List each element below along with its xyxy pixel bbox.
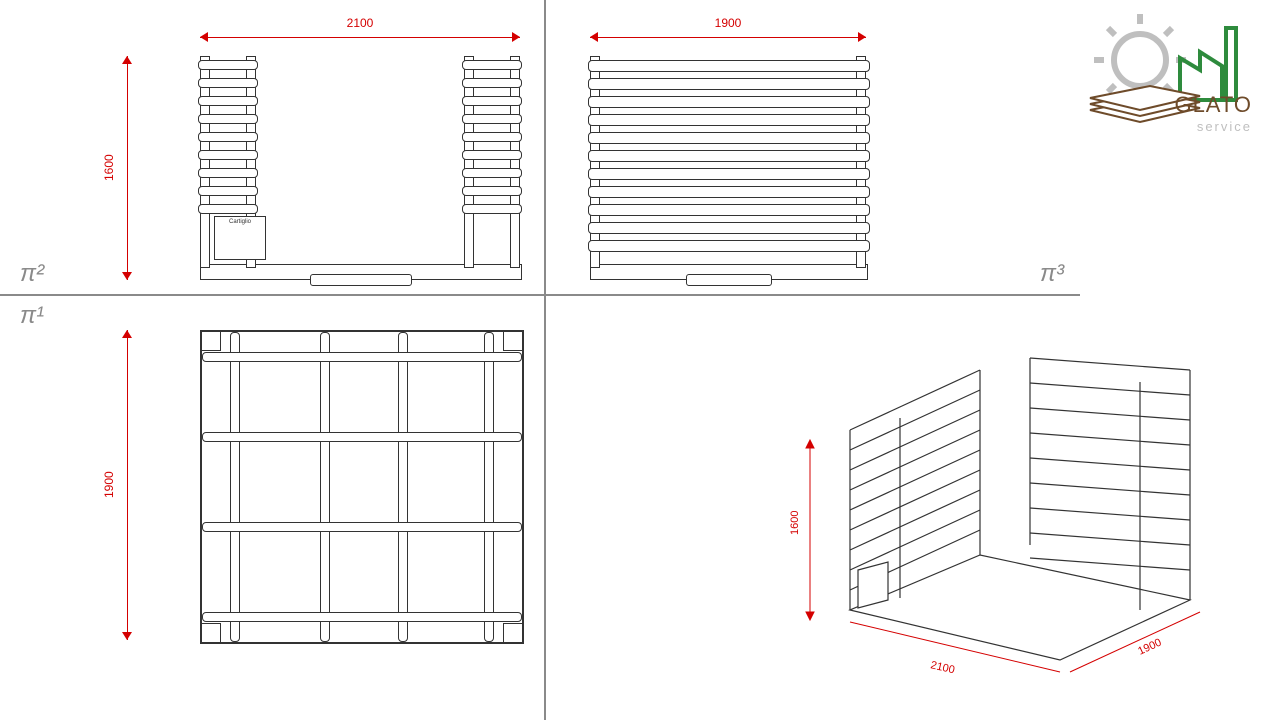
- view-side: [590, 56, 866, 280]
- view-front: Cartiglio: [200, 56, 520, 280]
- dimension-front-height: 1600: [120, 56, 134, 280]
- logo-subtext: service: [1197, 119, 1252, 134]
- dimension-value: 1900: [102, 330, 116, 640]
- dimension-top-depth: 1900: [120, 330, 134, 640]
- logo-text: GLATO: [1174, 92, 1252, 118]
- info-plate: Cartiglio: [214, 216, 266, 260]
- brand-logo: GLATO service: [1080, 10, 1260, 140]
- dimension-value: 1600: [102, 56, 116, 280]
- divider-vertical: [544, 0, 546, 720]
- dimension-side-width: 1900: [590, 30, 866, 44]
- dimension-value: 2100: [929, 659, 956, 676]
- divider-horizontal: [0, 294, 1080, 296]
- drawing-canvas: π² π¹ π³ Cartiglio: [0, 0, 1280, 720]
- dimension-value: 2100: [200, 16, 520, 30]
- label-pi3: π³: [1040, 260, 1064, 288]
- dimension-value: 1900: [590, 16, 866, 30]
- label-pi2: π²: [20, 260, 44, 288]
- view-isometric: 1600 2100 1900: [780, 310, 1210, 680]
- dimension-front-width: 2100: [200, 30, 520, 44]
- label-pi1: π¹: [20, 302, 44, 330]
- view-top: [200, 330, 524, 644]
- dimension-value: 1600: [789, 511, 801, 535]
